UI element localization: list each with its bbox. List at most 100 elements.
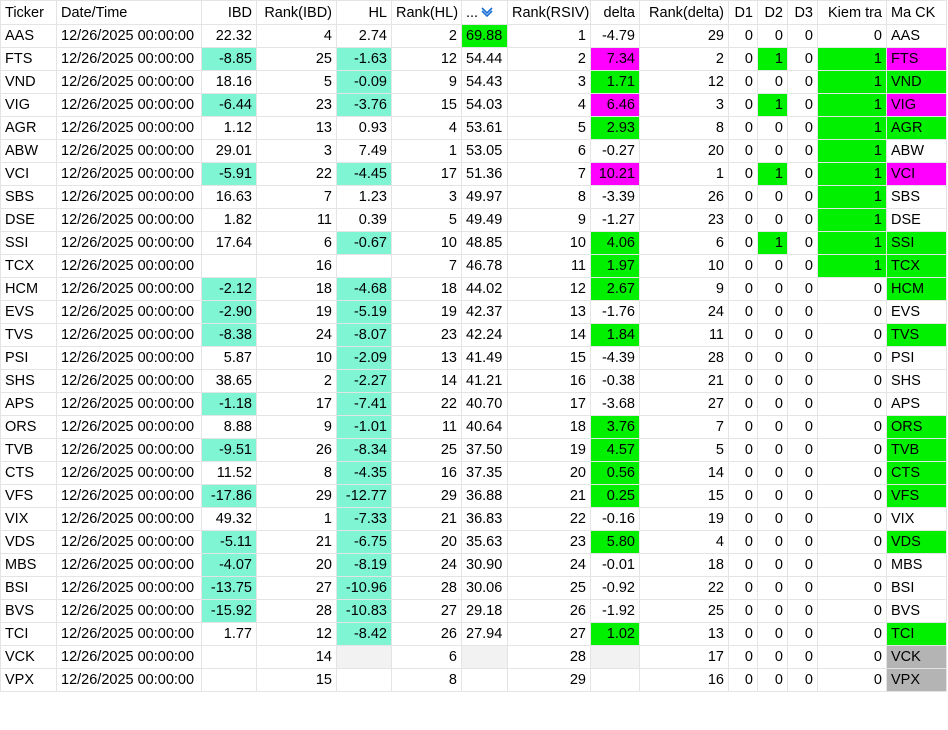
cell-ma-ck[interactable]: CTS (886, 461, 947, 485)
cell-delta[interactable]: -0.16 (590, 507, 640, 531)
cell-rsiv[interactable]: 27.94 (461, 622, 508, 646)
cell-rank-ibd[interactable]: 13 (256, 116, 337, 140)
cell-d1[interactable]: 0 (728, 599, 758, 623)
cell-rank-hl[interactable]: 28 (391, 576, 462, 600)
cell-rsiv[interactable]: 54.44 (461, 47, 508, 71)
cell-delta[interactable]: 6.46 (590, 93, 640, 117)
cell-ibd[interactable]: 8.88 (201, 415, 257, 439)
table-row[interactable]: DSE 12/26/2025 00:00:00 1.82 11 0.39 5 49.49 9-… (0, 208, 947, 232)
cell-d2[interactable]: 0 (757, 139, 788, 163)
table-row[interactable]: PSI 12/26/2025 00:00:00 5.87 10 -2.09 13 41.49… (0, 346, 947, 370)
cell-d2[interactable]: 0 (757, 70, 788, 94)
cell-delta[interactable]: 7.34 (590, 47, 640, 71)
cell-ibd[interactable]: 38.65 (201, 369, 257, 393)
cell-rank-ibd[interactable]: 5 (256, 70, 337, 94)
cell-rank-ibd[interactable]: 12 (256, 622, 337, 646)
table-row[interactable]: HCM 12/26/2025 00:00:00 -2.12 18 -4.68 18 44.0… (0, 277, 947, 301)
cell-hl[interactable] (336, 668, 392, 692)
cell-ibd[interactable]: 17.64 (201, 231, 257, 255)
cell-ma-ck[interactable]: VIG (886, 93, 947, 117)
table-row[interactable]: BSI 12/26/2025 00:00:00 -13.75 27 -10.96 28 30… (0, 576, 947, 600)
cell-ma-ck[interactable]: EVS (886, 300, 947, 324)
cell-ibd[interactable] (201, 668, 257, 692)
cell-kiem-tra[interactable]: 0 (817, 277, 887, 301)
cell-rank-delta[interactable]: 3 (639, 93, 729, 117)
cell-ibd[interactable]: 11.52 (201, 461, 257, 485)
cell-date-time[interactable]: 12/26/2025 00:00:00 (56, 185, 202, 209)
cell-ticker[interactable]: ORS (0, 415, 57, 439)
cell-d2[interactable]: 0 (757, 599, 788, 623)
table-row[interactable]: VCI 12/26/2025 00:00:00 -5.91 22 -4.45 17 51.3… (0, 162, 947, 186)
table-row[interactable]: ABW 12/26/2025 00:00:00 29.01 3 7.49 1 53.05 6-… (0, 139, 947, 163)
column-header-4[interactable]: HL (336, 0, 392, 25)
cell-rsiv[interactable]: 42.37 (461, 300, 508, 324)
cell-ibd[interactable]: 22.32 (201, 24, 257, 48)
cell-ibd[interactable]: -8.38 (201, 323, 257, 347)
cell-ma-ck[interactable]: APS (886, 392, 947, 416)
table-row[interactable]: ORS 12/26/2025 00:00:00 8.88 9 -1.01 11 40.64 1… (0, 415, 947, 439)
cell-d3[interactable]: 0 (787, 484, 818, 508)
cell-d3[interactable]: 0 (787, 208, 818, 232)
cell-rank-delta[interactable]: 27 (639, 392, 729, 416)
column-header-14[interactable]: Ma CK (886, 0, 947, 25)
cell-ibd[interactable]: 49.32 (201, 507, 257, 531)
cell-hl[interactable]: -2.09 (336, 346, 392, 370)
cell-ma-ck[interactable]: VCK (886, 645, 947, 669)
table-row[interactable]: CTS 12/26/2025 00:00:00 11.52 8 -4.35 16 37.35… (0, 461, 947, 485)
cell-d3[interactable]: 0 (787, 622, 818, 646)
table-row[interactable]: TVB 12/26/2025 00:00:00 -9.51 26 -8.34 25 37.5… (0, 438, 947, 462)
column-header-6[interactable]: ... (461, 0, 508, 25)
cell-ma-ck[interactable]: AGR (886, 116, 947, 140)
cell-date-time[interactable]: 12/26/2025 00:00:00 (56, 622, 202, 646)
cell-rank-rsiv[interactable]: 1 (507, 24, 591, 48)
cell-ticker[interactable]: PSI (0, 346, 57, 370)
cell-hl[interactable]: -4.35 (336, 461, 392, 485)
cell-d1[interactable]: 0 (728, 622, 758, 646)
cell-ibd[interactable]: 1.77 (201, 622, 257, 646)
cell-rank-ibd[interactable]: 8 (256, 461, 337, 485)
table-row[interactable]: TCI 12/26/2025 00:00:00 1.77 12 -8.42 26 27.94… (0, 622, 947, 646)
cell-delta[interactable]: 0.25 (590, 484, 640, 508)
cell-rank-hl[interactable]: 11 (391, 415, 462, 439)
cell-d2[interactable]: 0 (757, 645, 788, 669)
cell-ma-ck[interactable]: TCX (886, 254, 947, 278)
cell-rank-ibd[interactable]: 15 (256, 668, 337, 692)
cell-rank-delta[interactable]: 15 (639, 484, 729, 508)
column-header-9[interactable]: Rank(delta) (639, 0, 729, 25)
cell-ibd[interactable] (201, 645, 257, 669)
cell-d1[interactable]: 0 (728, 300, 758, 324)
cell-date-time[interactable]: 12/26/2025 00:00:00 (56, 392, 202, 416)
cell-rank-ibd[interactable]: 14 (256, 645, 337, 669)
cell-date-time[interactable]: 12/26/2025 00:00:00 (56, 668, 202, 692)
cell-rank-hl[interactable]: 8 (391, 668, 462, 692)
cell-ibd[interactable]: 5.87 (201, 346, 257, 370)
cell-hl[interactable]: -3.76 (336, 93, 392, 117)
column-header-8[interactable]: delta (590, 0, 640, 25)
cell-rank-rsiv[interactable]: 28 (507, 645, 591, 669)
cell-date-time[interactable]: 12/26/2025 00:00:00 (56, 323, 202, 347)
cell-rsiv[interactable]: 53.61 (461, 116, 508, 140)
cell-kiem-tra[interactable]: 1 (817, 208, 887, 232)
cell-kiem-tra[interactable]: 1 (817, 93, 887, 117)
cell-d2[interactable]: 0 (757, 438, 788, 462)
cell-rank-ibd[interactable]: 27 (256, 576, 337, 600)
cell-rank-rsiv[interactable]: 21 (507, 484, 591, 508)
cell-d1[interactable]: 0 (728, 507, 758, 531)
cell-rank-rsiv[interactable]: 17 (507, 392, 591, 416)
cell-rank-hl[interactable]: 20 (391, 530, 462, 554)
cell-ibd[interactable]: -8.85 (201, 47, 257, 71)
cell-hl[interactable]: -8.42 (336, 622, 392, 646)
cell-d1[interactable]: 0 (728, 530, 758, 554)
cell-kiem-tra[interactable]: 1 (817, 254, 887, 278)
column-header-11[interactable]: D2 (757, 0, 788, 25)
cell-d1[interactable]: 0 (728, 668, 758, 692)
cell-d1[interactable]: 0 (728, 415, 758, 439)
cell-ma-ck[interactable]: AAS (886, 24, 947, 48)
cell-d3[interactable]: 0 (787, 346, 818, 370)
cell-rsiv[interactable]: 35.63 (461, 530, 508, 554)
cell-rank-delta[interactable]: 26 (639, 185, 729, 209)
cell-date-time[interactable]: 12/26/2025 00:00:00 (56, 645, 202, 669)
cell-d2[interactable]: 0 (757, 576, 788, 600)
cell-d3[interactable]: 0 (787, 277, 818, 301)
cell-date-time[interactable]: 12/26/2025 00:00:00 (56, 484, 202, 508)
